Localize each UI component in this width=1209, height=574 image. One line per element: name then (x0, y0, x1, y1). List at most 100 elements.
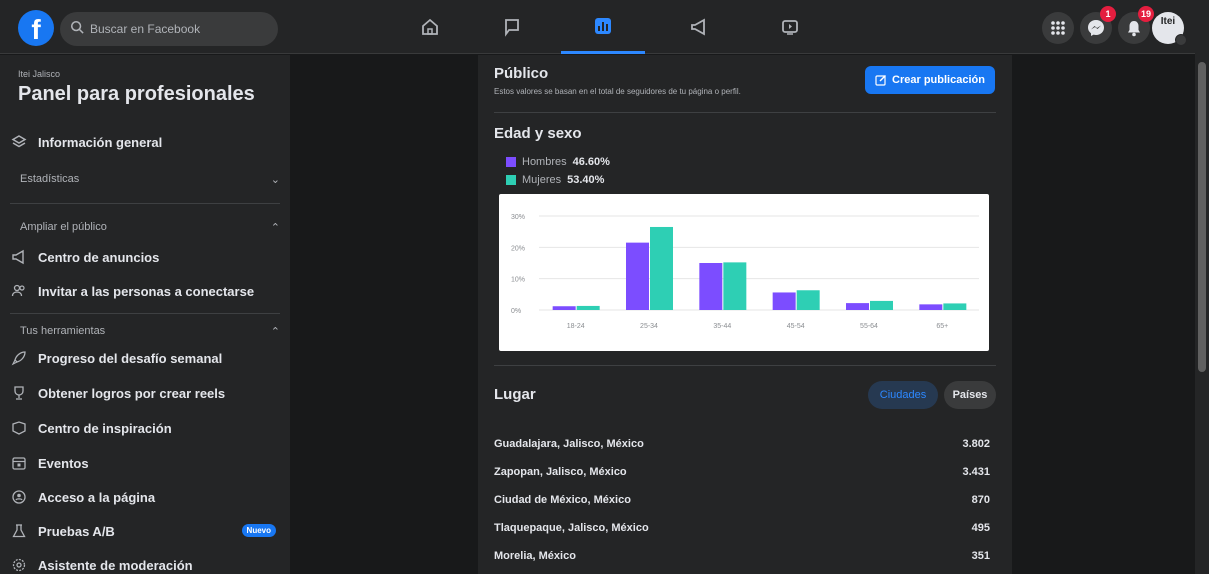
sidebar-item-page-access[interactable]: Acceso a la página (10, 482, 284, 512)
y-tick-label: 10% (511, 277, 525, 284)
city-value: 351 (971, 550, 990, 562)
search-icon (70, 20, 84, 34)
city-row: Tlaquepaque, Jalisco, México 495 (494, 514, 990, 542)
y-tick-label: 20% (511, 245, 525, 252)
tab-ads[interactable] (657, 0, 741, 54)
legend-men: Hombres 46.60% (506, 156, 610, 168)
grid-menu-icon (1051, 21, 1065, 35)
legend-value: 53.40% (567, 174, 605, 186)
audience-panel: Público Estos valores se basan en el tot… (478, 55, 1012, 574)
search-box[interactable] (60, 12, 278, 46)
bell-icon (1128, 21, 1140, 37)
toggle-countries[interactable]: Países (944, 381, 996, 409)
bar-hombres-55-64[interactable] (846, 303, 869, 310)
messenger-button[interactable]: 1 (1080, 6, 1116, 44)
legend-women: Mujeres 53.40% (506, 174, 604, 186)
flask-icon (10, 522, 28, 540)
scrollbar[interactable] (1195, 0, 1209, 574)
bar-mujeres-18-24[interactable] (576, 305, 600, 310)
city-value: 495 (971, 522, 990, 534)
chevron-up-icon: ⌃ (270, 326, 280, 338)
x-tick-label: 65+ (936, 323, 948, 330)
chevron-down-icon (1175, 34, 1187, 46)
city-value: 3.431 (962, 466, 990, 478)
city-row: Ciudad de México, México 870 (494, 486, 990, 514)
sidebar-item-inspiration[interactable]: Centro de inspiración (10, 413, 284, 443)
sidebar-item-events[interactable]: Eventos (10, 448, 284, 478)
divider (10, 313, 280, 314)
sidebar-item-weekly-challenge[interactable]: Progreso del desafío semanal (10, 343, 284, 373)
x-tick-label: 25-34 (640, 323, 658, 330)
insights-icon (595, 17, 611, 34)
new-badge: Nuevo (241, 524, 276, 537)
bar-mujeres-65+[interactable] (943, 303, 967, 310)
sidebar-item-label: Acceso a la página (38, 489, 156, 505)
section-estadisticas[interactable]: Estadísticas ⌄ (20, 173, 280, 186)
top-navigation-bar: f 1 19 Itei (0, 0, 1209, 54)
bar-hombres-35-44[interactable] (699, 263, 723, 310)
section-tools[interactable]: Tus herramientas ⌃ (20, 325, 280, 338)
bar-mujeres-35-44[interactable] (723, 262, 747, 310)
facebook-logo[interactable]: f (18, 10, 54, 46)
y-tick-label: 30% (511, 214, 525, 221)
trophy-icon (10, 384, 28, 402)
bar-mujeres-45-54[interactable] (796, 290, 820, 310)
tab-video[interactable] (748, 0, 832, 54)
sidebar-item-label: Información general (38, 134, 163, 150)
city-value: 3.802 (962, 438, 990, 450)
edit-icon (875, 75, 887, 86)
menu-button[interactable] (1042, 12, 1074, 44)
section-label: Ampliar el público (20, 221, 107, 233)
rocket-icon (10, 349, 28, 367)
sidebar-item-label: Asistente de moderación (38, 557, 193, 573)
sidebar-item-moderation[interactable]: Asistente de moderación (10, 550, 284, 574)
legend-value: 46.60% (572, 156, 610, 168)
megaphone-icon (10, 248, 28, 266)
section-ampliar[interactable]: Ampliar el público ⌃ (20, 221, 280, 234)
notifications-button[interactable]: 19 (1118, 6, 1154, 44)
sidebar-item-label: Pruebas A/B (38, 523, 115, 539)
create-post-button[interactable]: Crear publicación (865, 66, 995, 94)
tab-pages[interactable] (470, 0, 554, 54)
tab-home[interactable] (388, 0, 472, 54)
sidebar-item-overview[interactable]: Información general (10, 127, 284, 157)
bar-mujeres-25-34[interactable] (650, 226, 673, 310)
messenger-badge: 1 (1100, 6, 1116, 22)
toggle-cities[interactable]: Ciudades (868, 381, 938, 409)
sidebar-item-label: Centro de inspiración (38, 420, 172, 436)
x-tick-label: 55-64 (860, 323, 878, 330)
sidebar-item-invite[interactable]: Invitar a las personas a conectarse (10, 276, 284, 306)
people-icon (10, 282, 28, 300)
city-row: Morelia, México 351 (494, 542, 990, 570)
sidebar-item-reels-achievements[interactable]: Obtener logros por crear reels (10, 378, 284, 408)
home-icon (422, 18, 438, 35)
city-row: Zapopan, Jalisco, México 3.431 (494, 458, 990, 486)
place-title: Lugar (494, 386, 536, 403)
section-label: Tus herramientas (20, 325, 106, 337)
bar-hombres-45-54[interactable] (772, 292, 796, 310)
calendar-icon (10, 454, 28, 472)
section-subtitle: Estos valores se basan en el total de se… (494, 87, 741, 96)
section-title-public: Público (494, 65, 549, 82)
bar-hombres-65+[interactable] (919, 304, 943, 310)
bar-mujeres-55-64[interactable] (870, 300, 893, 310)
legend-swatch-women (506, 175, 516, 185)
search-input[interactable] (90, 12, 270, 46)
divider (494, 365, 996, 366)
bar-hombres-25-34[interactable] (626, 242, 649, 310)
legend-label: Hombres (522, 156, 567, 168)
sidebar-item-ads-center[interactable]: Centro de anuncios (10, 242, 284, 272)
sidebar: Itei Jalisco Panel para profesionales In… (0, 55, 290, 574)
city-name: Ciudad de México, México (494, 494, 631, 506)
create-post-label: Crear publicación (892, 74, 985, 86)
chevron-up-icon: ⌃ (270, 222, 280, 234)
sidebar-item-ab-tests[interactable]: Pruebas A/B Nuevo (10, 516, 284, 546)
section-label: Estadísticas (20, 173, 80, 185)
tab-insights[interactable] (561, 0, 645, 54)
avatar[interactable]: Itei (1152, 12, 1187, 46)
x-tick-label: 45-54 (787, 323, 805, 330)
city-row: Guadalajara, Jalisco, México 3.802 (494, 430, 990, 458)
scrollbar-thumb[interactable] (1198, 62, 1206, 372)
y-tick-label: 0% (511, 308, 521, 315)
bar-hombres-18-24[interactable] (552, 306, 576, 310)
